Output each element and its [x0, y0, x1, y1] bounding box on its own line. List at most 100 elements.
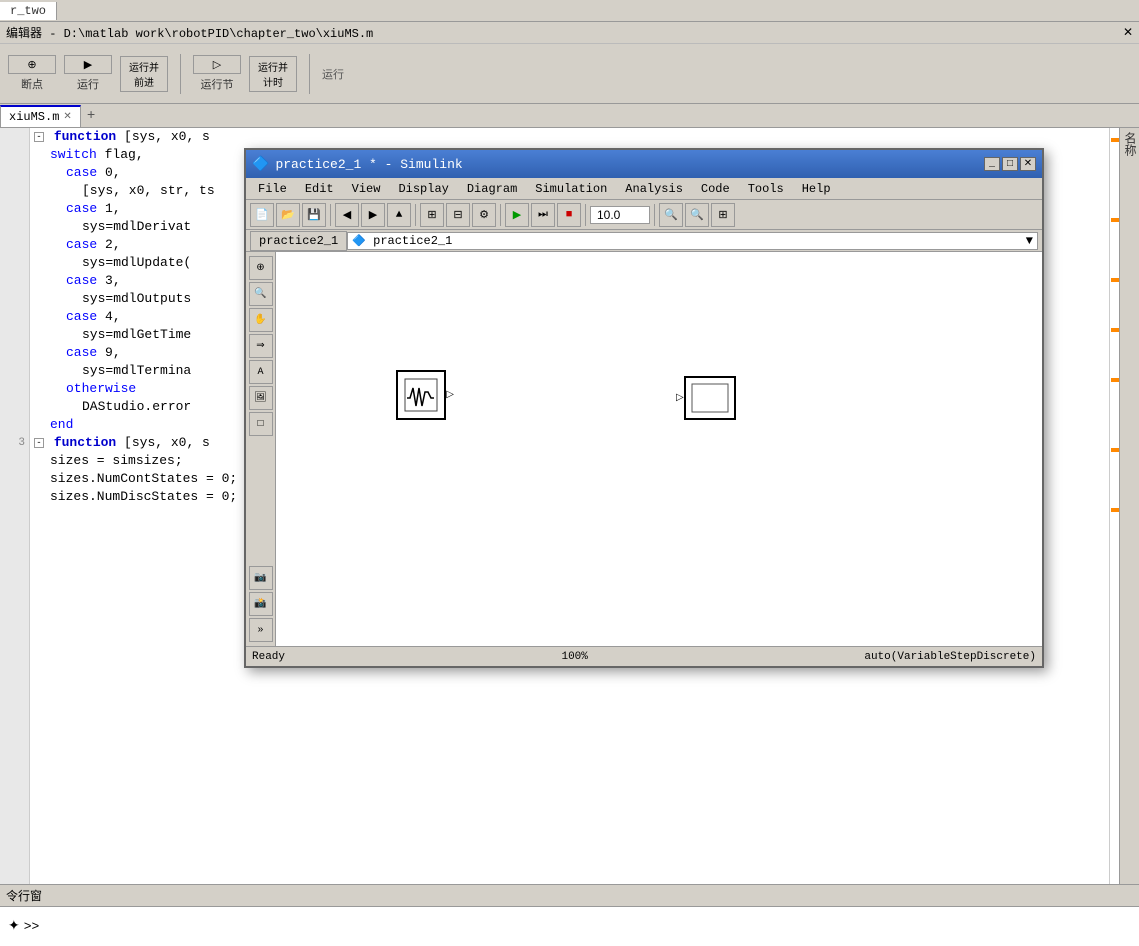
sim-tool-step[interactable]: ⏭ [531, 203, 555, 227]
sim-tool-save[interactable]: 💾 [302, 203, 326, 227]
line-num-20 [0, 470, 29, 488]
line-num-5 [0, 200, 29, 218]
menu-code[interactable]: Code [693, 180, 738, 198]
sim-path-dropdown-label: 🔷 practice2_1 [352, 234, 452, 248]
cmd-prompt: >> [24, 919, 40, 934]
sim-path-dropdown-arrow[interactable]: ▼ [1026, 234, 1033, 248]
code-line-1: - function [sys, x0, s [34, 128, 1105, 146]
sim-left-camera[interactable]: 📷 [249, 566, 273, 590]
toolbar-divider-2 [309, 54, 310, 94]
simulink-statusbar: Ready 100% auto(VariableStepDiscrete) [246, 646, 1042, 666]
line-num-1 [0, 128, 29, 146]
menu-analysis[interactable]: Analysis [617, 180, 691, 198]
breakpoint-group: ⊕ 断点 [8, 55, 56, 92]
menu-view[interactable]: View [344, 180, 389, 198]
sim-toolbar-div4 [585, 204, 586, 226]
menu-tools[interactable]: Tools [740, 180, 792, 198]
sim-tool-model[interactable]: ⊟ [446, 203, 470, 227]
simulink-canvas-area: ⊕ 🔍 ✋ ⇒ A 🖼 □ 📷 📸 » [246, 252, 1042, 646]
menu-simulation[interactable]: Simulation [527, 180, 615, 198]
line-num-18: 3 [0, 434, 29, 452]
menu-display[interactable]: Display [390, 180, 456, 198]
line-num-9 [0, 272, 29, 290]
run-node-button[interactable]: ▷ [193, 55, 241, 74]
tab-add-button[interactable]: + [81, 106, 101, 126]
run-button[interactable]: ▶ [64, 55, 112, 74]
sim-left-pan[interactable]: ✋ [249, 308, 273, 332]
sim-tool-open[interactable]: 📂 [276, 203, 300, 227]
fold-btn-1[interactable]: - [34, 132, 44, 142]
main-editor-area: 3 - function [sys, x0, s switch flag, ca… [0, 128, 1139, 884]
close-icon[interactable]: ✕ [1123, 25, 1133, 40]
sim-left-text[interactable]: A [249, 360, 273, 384]
fold-btn-2[interactable]: - [34, 438, 44, 448]
line-num-10 [0, 290, 29, 308]
display-block[interactable]: ▷ [684, 376, 736, 420]
sim-tool-zoom-out[interactable]: 🔍 [685, 203, 709, 227]
sim-left-select[interactable]: ⊕ [249, 256, 273, 280]
file-tab-xiums[interactable]: xiuMS.m ✕ [0, 105, 81, 127]
sim-path-dropdown[interactable]: 🔷 practice2_1 ▼ [347, 232, 1038, 250]
sim-tool-up[interactable]: ▲ [387, 203, 411, 227]
line-num-17 [0, 416, 29, 434]
simulink-title: practice2_1 * - Simulink [275, 157, 462, 172]
sim-tool-new[interactable]: 📄 [250, 203, 274, 227]
main-toolbar: ⊕ 断点 ▶ 运行 运行并前进 ▷ 运行节 运行并计时 运行 [0, 44, 1139, 104]
sim-tool-grid[interactable]: ⊞ [711, 203, 735, 227]
line-num-11 [0, 308, 29, 326]
sim-left-arrow[interactable]: ⇒ [249, 334, 273, 358]
menu-diagram[interactable]: Diagram [459, 180, 525, 198]
line-num-12 [0, 326, 29, 344]
cmd-input[interactable] [43, 919, 1131, 934]
sim-tool-zoom-in[interactable]: 🔍 [659, 203, 683, 227]
run-node-label: 运行节 [201, 76, 234, 92]
sim-tool-play[interactable]: ▶ [505, 203, 529, 227]
line-num-13 [0, 344, 29, 362]
run-section-label: 运行 [322, 66, 344, 82]
sim-tool-config[interactable]: ⚙ [472, 203, 496, 227]
run-group: ▶ 运行 [64, 55, 112, 92]
simulink-title-bar: 🔷 practice2_1 * - Simulink _ □ ✕ [246, 150, 1042, 178]
line-num-21 [0, 488, 29, 506]
breakpoint-button[interactable]: ⊕ [8, 55, 56, 74]
line-num-4 [0, 182, 29, 200]
close-button[interactable]: ✕ [1020, 157, 1036, 171]
run-node-group: ▷ 运行节 [193, 55, 241, 92]
sim-time-input[interactable] [590, 206, 650, 224]
editor-header: 编辑器 - D:\matlab work\robotPID\chapter_tw… [0, 22, 1139, 44]
sim-left-rect[interactable]: □ [249, 412, 273, 436]
editor-path-label: 编辑器 - D:\matlab work\robotPID\chapter_tw… [6, 24, 373, 41]
tab-r-two[interactable]: r_two [0, 2, 57, 20]
line-num-8 [0, 254, 29, 272]
menu-file[interactable]: File [250, 180, 295, 198]
sim-path-root[interactable]: practice2_1 [250, 231, 347, 251]
toolbar-divider-1 [180, 54, 181, 94]
cmd-window[interactable]: ✦ >> [0, 906, 1139, 946]
sim-tool-back[interactable]: ◀ [335, 203, 359, 227]
file-tab-close[interactable]: ✕ [63, 111, 71, 123]
sim-left-screenshot[interactable]: 📸 [249, 592, 273, 616]
simulink-icon: 🔷 [252, 156, 269, 173]
run-advance-button[interactable]: 运行并前进 [120, 56, 168, 92]
bottom-label: 令行窗 [6, 887, 42, 904]
right-panel: 名称 [1119, 128, 1139, 884]
menu-help[interactable]: Help [794, 180, 839, 198]
line-num-15 [0, 380, 29, 398]
run-count-button[interactable]: 运行并计时 [249, 56, 297, 92]
maximize-button[interactable]: □ [1002, 157, 1018, 171]
simulink-canvas[interactable]: ▷ ▷ [276, 252, 1042, 646]
run-count-group: 运行并计时 [249, 56, 297, 92]
scope-block[interactable]: ▷ [396, 370, 446, 420]
minimize-button[interactable]: _ [984, 157, 1000, 171]
sim-tool-forward[interactable]: ▶ [361, 203, 385, 227]
menu-edit[interactable]: Edit [297, 180, 342, 198]
sim-left-image[interactable]: 🖼 [249, 386, 273, 410]
sim-left-collapse[interactable]: » [249, 618, 273, 642]
sim-tool-lib[interactable]: ⊞ [420, 203, 444, 227]
line-num-14 [0, 362, 29, 380]
line-num-16 [0, 398, 29, 416]
simulink-window[interactable]: 🔷 practice2_1 * - Simulink _ □ ✕ File Ed… [244, 148, 1044, 668]
sim-status-solver: auto(VariableStepDiscrete) [864, 651, 1036, 663]
sim-tool-stop[interactable]: ■ [557, 203, 581, 227]
sim-left-zoom[interactable]: 🔍 [249, 282, 273, 306]
